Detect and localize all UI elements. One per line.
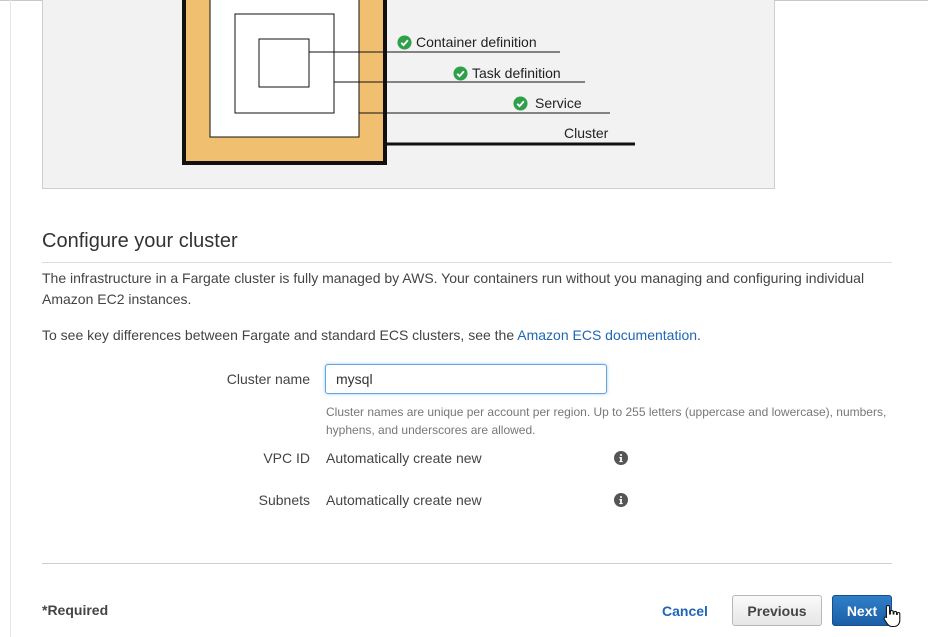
service-label: Service [513, 95, 582, 111]
required-note: *Required [42, 602, 109, 618]
previous-button[interactable]: Previous [732, 595, 822, 626]
container-definition-text: Container definition [416, 34, 537, 50]
docs-prefix: To see key differences between Fargate a… [42, 327, 518, 343]
configure-cluster-page: Container definition Task definition Ser… [0, 0, 928, 637]
check-circle-icon [453, 65, 468, 81]
fargate-diagram [182, 0, 635, 165]
cancel-button[interactable]: Cancel [655, 596, 715, 626]
footer-divider [42, 563, 892, 564]
ecs-docs-link[interactable]: Amazon ECS documentation [517, 327, 697, 343]
vpc-id-label: VPC ID [263, 450, 310, 466]
check-circle-icon [513, 95, 528, 111]
title-divider [42, 262, 892, 263]
page-title: Configure your cluster [42, 230, 238, 252]
subnets-value: Automatically create new [326, 492, 482, 508]
service-text: Service [535, 95, 582, 111]
cluster-name-help: Cluster names are unique per account per… [326, 405, 887, 437]
vpc-id-value: Automatically create new [326, 450, 482, 466]
check-circle-icon [397, 34, 412, 50]
cluster-label: Cluster [564, 125, 608, 141]
docs-text: To see key differences between Fargate a… [42, 325, 892, 346]
intro-text: The infrastructure in a Fargate cluster … [42, 270, 865, 307]
cluster-name-label: Cluster name [226, 371, 310, 387]
container-definition-label: Container definition [397, 34, 537, 50]
cluster-name-input[interactable] [325, 364, 607, 394]
task-definition-label: Task definition [453, 65, 561, 81]
subnets-label: Subnets [258, 492, 310, 508]
task-definition-text: Task definition [472, 65, 561, 81]
info-icon[interactable] [614, 451, 628, 465]
cluster-text: Cluster [564, 125, 609, 141]
docs-suffix: . [697, 327, 701, 343]
container-definition-box [258, 38, 310, 88]
hand-cursor-icon [883, 604, 901, 628]
left-divider [10, 0, 11, 637]
fargate-diagram-panel: Container definition Task definition Ser… [42, 0, 775, 189]
info-icon[interactable] [614, 493, 628, 507]
